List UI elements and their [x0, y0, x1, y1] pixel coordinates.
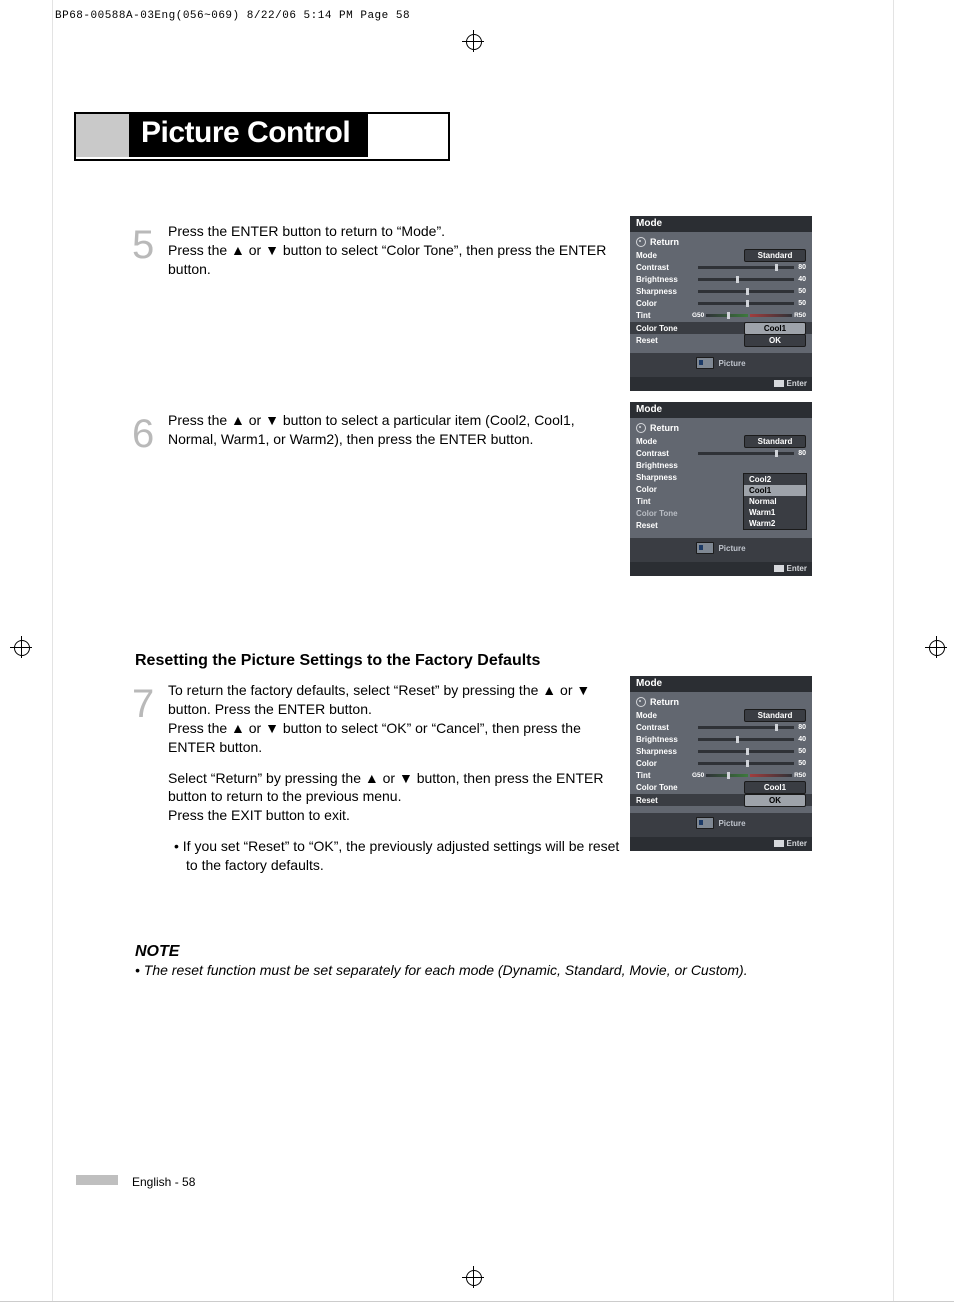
osd-title: Mode [630, 216, 812, 232]
page-title: Picture Control [129, 112, 368, 157]
osd-color-slider[interactable]: 50 [698, 301, 806, 307]
step-6-line1: Press the ▲ or ▼ button to select a part… [168, 411, 623, 449]
osd-enter-hint: Enter [630, 562, 812, 576]
dropdown-option-cool1[interactable]: Cool1 [744, 485, 806, 496]
osd-contrast-slider[interactable]: 80 [698, 725, 806, 731]
enter-icon [774, 380, 784, 387]
osd-tint-slider[interactable]: G50R50 [692, 772, 806, 779]
step-7-p4: Press the EXIT button to exit. [168, 806, 623, 825]
step-number: 6 [132, 407, 154, 461]
osd-colortone-dropdown[interactable]: Cool2 Cool1 Normal Warm1 Warm2 [743, 473, 807, 530]
section-title-bar: Picture Control [74, 112, 368, 157]
picture-icon [696, 817, 714, 829]
step-5: 5 Press the ENTER button to return to “M… [133, 222, 623, 279]
registration-mark-icon [10, 636, 32, 658]
step-6: 6 Press the ▲ or ▼ button to select a pa… [133, 411, 623, 449]
osd-panel-step5: Mode Return ModeStandard Contrast80 Brig… [630, 216, 812, 391]
step-5-line1: Press the ENTER button to return to “Mod… [168, 222, 623, 241]
page-footer: English - 58 [132, 1175, 195, 1189]
note-body: • The reset function must be set separat… [135, 962, 835, 978]
footer-box [76, 1175, 118, 1185]
osd-brightness-slider[interactable]: 40 [698, 737, 806, 743]
picture-icon [696, 542, 714, 554]
osd-color-slider[interactable]: 50 [698, 761, 806, 767]
crop-header: BP68-00588A-03Eng(056~069) 8/22/06 5:14 … [55, 10, 410, 22]
step-7-p3: Select “Return” by pressing the ▲ or ▼ b… [168, 769, 623, 807]
osd-sharpness-slider[interactable]: 50 [698, 289, 806, 295]
step-7-p2: Press the ▲ or ▼ button to select “OK” o… [168, 719, 623, 757]
osd-title: Mode [630, 676, 812, 692]
page: BP68-00588A-03Eng(056~069) 8/22/06 5:14 … [0, 0, 954, 1302]
step-7: 7 To return the factory defaults, select… [133, 681, 623, 875]
return-icon [636, 237, 646, 247]
dropdown-option-cool2[interactable]: Cool2 [744, 474, 806, 485]
osd-mode-value[interactable]: Standard [744, 249, 806, 262]
registration-mark-icon [462, 1266, 484, 1288]
note-heading: NOTE [135, 943, 179, 961]
step-7-p1: To return the factory defaults, select “… [168, 681, 623, 719]
osd-return[interactable]: Return [636, 422, 806, 434]
osd-title: Mode [630, 402, 812, 418]
dropdown-option-warm2[interactable]: Warm2 [744, 518, 806, 529]
osd-enter-hint: Enter [630, 837, 812, 851]
osd-mode-value[interactable]: Standard [744, 709, 806, 722]
return-icon [636, 423, 646, 433]
picture-icon [696, 357, 714, 369]
osd-reset-row[interactable]: ResetOK [630, 794, 812, 806]
step-5-line2: Press the ▲ or ▼ button to select “Color… [168, 241, 623, 279]
step-number: 7 [132, 677, 154, 731]
step-number: 5 [132, 218, 154, 272]
enter-icon [774, 565, 784, 572]
osd-return[interactable]: Return [636, 696, 806, 708]
osd-contrast-slider[interactable]: 80 [698, 265, 806, 271]
osd-mode-value[interactable]: Standard [744, 435, 806, 448]
osd-return[interactable]: Return [636, 236, 806, 248]
osd-colortone-row[interactable]: Color ToneCool1 [630, 322, 812, 334]
osd-brightness-slider[interactable]: 40 [698, 277, 806, 283]
osd-contrast-slider[interactable]: 80 [698, 451, 806, 457]
osd-tint-slider[interactable]: G50R50 [692, 312, 806, 319]
enter-icon [774, 840, 784, 847]
osd-panel-step7: Mode Return ModeStandard Contrast80 Brig… [630, 676, 812, 851]
subhead-reset: Resetting the Picture Settings to the Fa… [135, 652, 540, 670]
registration-mark-icon [462, 30, 484, 52]
osd-enter-hint: Enter [630, 377, 812, 391]
registration-mark-icon [925, 636, 947, 658]
return-icon [636, 697, 646, 707]
osd-panel-step6: Mode Return ModeStandard Contrast80 Brig… [630, 402, 812, 576]
dropdown-option-warm1[interactable]: Warm1 [744, 507, 806, 518]
dropdown-option-normal[interactable]: Normal [744, 496, 806, 507]
step-7-bullet: • If you set “Reset” to “OK”, the previo… [168, 837, 623, 875]
osd-sharpness-slider[interactable]: 50 [698, 749, 806, 755]
